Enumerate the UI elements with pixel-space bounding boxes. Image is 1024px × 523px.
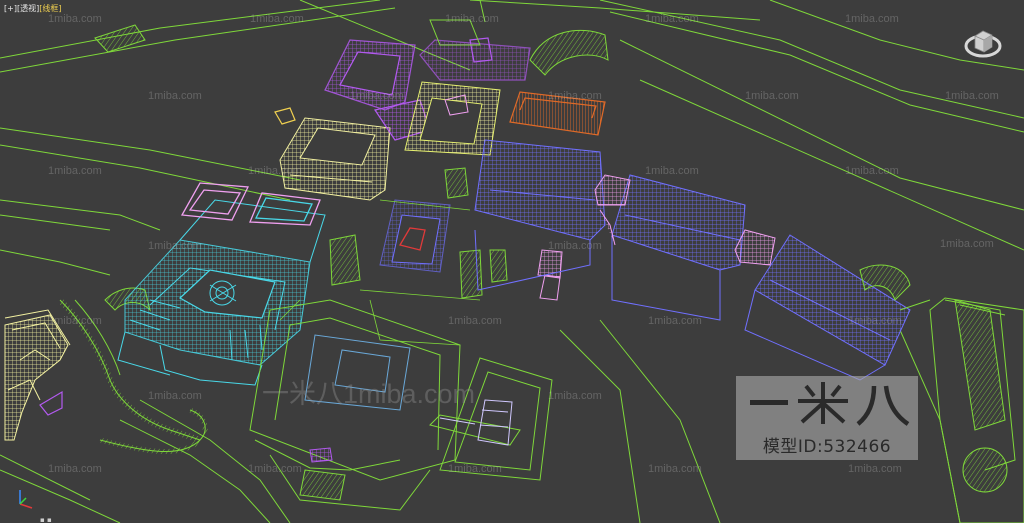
watermark: 1miba.com bbox=[48, 463, 102, 475]
landscape-top-left bbox=[94, 24, 146, 53]
watermark: 1miba.com bbox=[648, 463, 702, 475]
watermark: 1miba.com bbox=[350, 90, 404, 102]
watermark: 1miba.com bbox=[945, 90, 999, 102]
watermark: 1miba.com bbox=[148, 240, 202, 252]
viewport-perspective[interactable]: [+][透视][线框] 1miba.com 1miba.com 1miba.co… bbox=[0, 0, 1024, 523]
watermark: 1miba.com bbox=[248, 165, 302, 177]
building-center-pavilion bbox=[379, 199, 451, 273]
watermark: 1miba.com bbox=[148, 390, 202, 402]
watermark: 1miba.com bbox=[448, 315, 502, 327]
watermark: 1miba.com bbox=[848, 315, 902, 327]
watermark: 1miba.com bbox=[48, 315, 102, 327]
watermark: 1miba.com bbox=[448, 463, 502, 475]
watermark: 1miba.com bbox=[845, 13, 899, 25]
viewport-view-mode[interactable]: [透视] bbox=[17, 4, 39, 13]
model-id-text: 模型ID:532466 bbox=[762, 437, 892, 457]
brand-logo bbox=[750, 382, 910, 426]
watermark: 1miba.com bbox=[248, 463, 302, 475]
watermark: 1miba.com bbox=[148, 90, 202, 102]
viewcube-icon[interactable] bbox=[963, 22, 1003, 60]
watermark: 1miba.com bbox=[445, 13, 499, 25]
tower-pink bbox=[537, 249, 563, 301]
watermark: 1miba.com bbox=[48, 13, 102, 25]
watermark: 1miba.com bbox=[548, 390, 602, 402]
watermark: 1miba.com bbox=[250, 13, 304, 25]
watermark-large: 一米八1miba.com bbox=[262, 379, 476, 409]
watermark: 1miba.com bbox=[848, 463, 902, 475]
building-blue-2 bbox=[611, 174, 746, 321]
status-marks: ▪ ▪ bbox=[40, 516, 52, 523]
watermark: 1miba.com bbox=[745, 90, 799, 102]
axis-tripod-icon bbox=[19, 490, 33, 509]
viewport-shading-mode[interactable]: [线框] bbox=[39, 4, 61, 13]
watermark: 1miba.com bbox=[648, 315, 702, 327]
watermark: 1miba.com bbox=[645, 13, 699, 25]
watermark: 1miba.com bbox=[548, 240, 602, 252]
watermark: 1miba.com bbox=[548, 90, 602, 102]
building-yellow-left bbox=[4, 309, 71, 441]
watermark: 1miba.com bbox=[940, 238, 994, 250]
watermark: 1miba.com bbox=[645, 165, 699, 177]
watermark: 1miba.com bbox=[845, 165, 899, 177]
watermark: 1miba.com bbox=[48, 165, 102, 177]
building-cyan-courtyard bbox=[117, 199, 326, 386]
viewport-menu-plus[interactable]: [+] bbox=[4, 4, 17, 13]
building-yellow-center bbox=[279, 117, 391, 201]
brand-overlay: 模型ID:532466 bbox=[736, 376, 918, 460]
